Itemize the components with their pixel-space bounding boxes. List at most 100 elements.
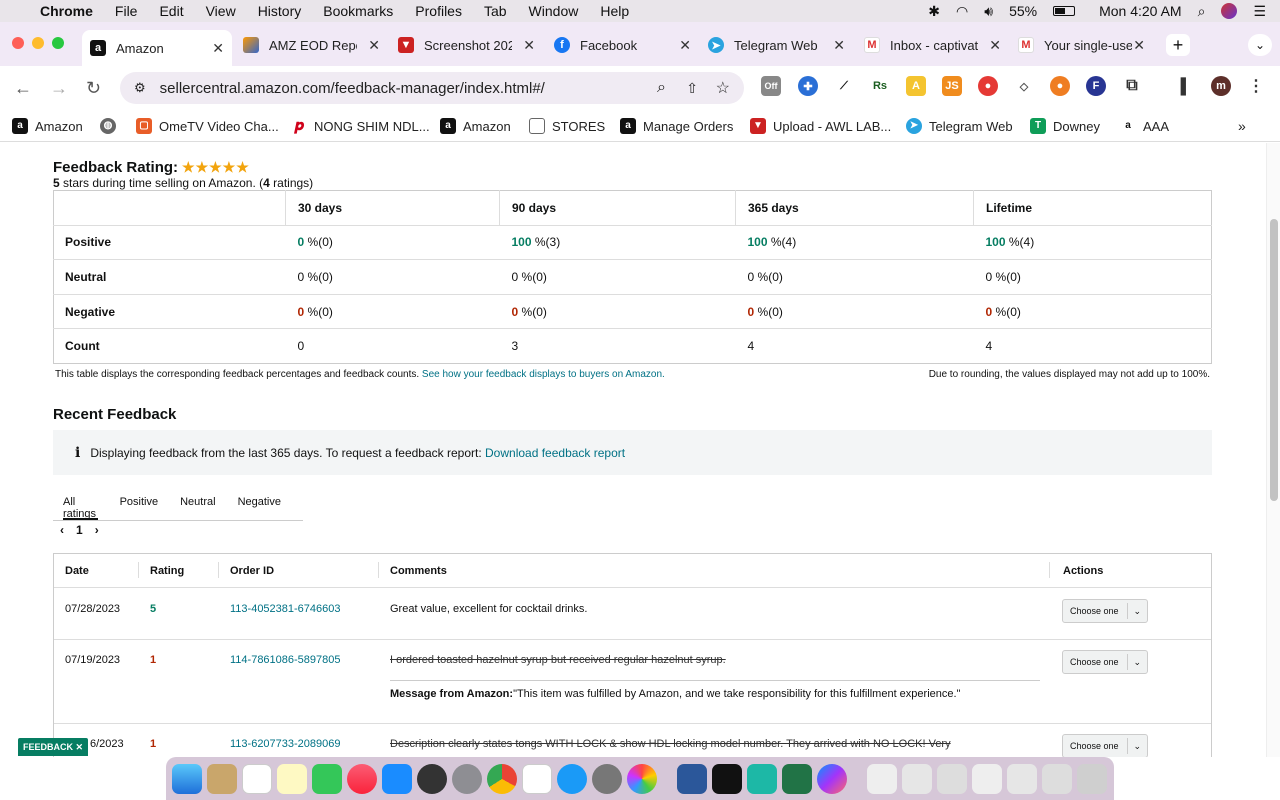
battery-percent[interactable]: 55% [1009,3,1037,19]
zoom-window-button[interactable] [52,37,64,49]
menu-window[interactable]: Window [529,3,579,19]
reload-icon[interactable]: ↻ [86,78,101,99]
document-icon[interactable] [867,763,897,794]
action-dropdown[interactable]: Choose one ⌄ [1062,734,1148,757]
bluetooth-icon[interactable]: ✱ [928,3,940,20]
bookmark-aaa[interactable]: a AAA [1120,118,1169,134]
address-bar[interactable]: ⚙ sellercentral.amazon.com/feedback-mana… [120,72,744,104]
document-icon[interactable] [1042,763,1072,794]
tab-negative[interactable]: Negative [238,488,281,520]
bookmark-telegram[interactable]: ➤ Telegram Web [906,118,1013,134]
reminders-icon[interactable] [522,763,552,794]
close-tab-icon[interactable]: ✕ [523,37,535,54]
order-id-link[interactable]: 113-4052381-6746603 [230,603,341,615]
extension-cube-icon[interactable]: ◇ [1014,76,1034,96]
prev-page-icon[interactable]: ‹ [60,523,64,537]
tab-amz-eod[interactable]: AMZ EOD Repo ✕ [243,30,388,60]
menu-tab[interactable]: Tab [484,3,507,19]
menu-file[interactable]: File [115,3,138,19]
close-tab-icon[interactable]: ✕ [1133,37,1145,54]
control-center-icon[interactable]: ☰ [1253,3,1266,20]
spotlight-icon[interactable]: ⌕ [1198,3,1206,20]
photos-icon[interactable] [627,763,657,794]
close-tab-icon[interactable]: ✕ [368,37,380,54]
download-report-link[interactable]: Download feedback report [485,446,625,460]
bookmark-globe[interactable]: ◍ [100,118,123,134]
forward-icon[interactable]: → [50,78,68,99]
feedback-tab-button[interactable]: FEEDBACK ✕ [18,738,88,756]
bookmark-amazon[interactable]: a Amazon [12,118,83,134]
menu-help[interactable]: Help [600,3,629,19]
document-icon[interactable] [1007,763,1037,794]
notes-app-icon[interactable] [207,763,237,794]
extension-fire-icon[interactable]: ● [978,76,998,96]
bookmark-amazon-2[interactable]: a Amazon [440,118,511,134]
facetime-icon[interactable] [312,763,342,794]
clock[interactable]: Mon 4:20 AM [1099,3,1182,19]
bookmark-ometv[interactable]: ▢ OmeTV Video Cha... [136,118,279,134]
action-dropdown[interactable]: Choose one ⌄ [1062,650,1148,674]
word-icon[interactable] [677,763,707,794]
action-dropdown[interactable]: Choose one ⌄ [1062,599,1148,623]
system-settings-icon[interactable] [452,763,482,794]
side-panel-icon[interactable]: ▌ [1176,76,1196,96]
document-icon[interactable] [902,763,932,794]
tab-all-ratings[interactable]: All ratings [63,488,98,520]
bookmark-nongshim[interactable]: 𝒑 NONG SHIM NDL... [291,118,430,134]
scrollbar-thumb[interactable] [1270,219,1278,501]
tab-positive[interactable]: Positive [120,488,159,520]
tab-facebook[interactable]: f Facebook ✕ [554,30,699,60]
wifi-icon[interactable]: ◠ [956,3,968,20]
close-tab-icon[interactable]: ✕ [833,37,845,54]
chrome-icon[interactable] [487,763,517,794]
bookmark-star-icon[interactable]: ☆ [716,78,730,98]
extension-off-icon[interactable]: Off [761,76,781,96]
extension-blue-icon[interactable]: ✚ [798,76,818,96]
app-store-icon[interactable] [382,763,412,794]
next-page-icon[interactable]: › [95,523,99,537]
extension-orange-icon[interactable]: ● [1050,76,1070,96]
back-icon[interactable]: ← [14,78,32,99]
document-icon[interactable] [937,763,967,794]
safari-icon[interactable] [557,763,587,794]
music-icon[interactable] [347,763,377,794]
bookmark-upload-awl[interactable]: ▼ Upload - AWL LAB... [750,118,891,134]
page-scrollbar[interactable] [1266,143,1280,757]
minimize-window-button[interactable] [32,37,44,49]
close-tab-icon[interactable]: ✕ [989,37,1001,54]
extensions-puzzle-icon[interactable]: ⧉ [1122,76,1142,96]
battery-icon[interactable] [1053,6,1076,16]
finder-icon[interactable] [172,763,202,794]
bookmark-downey[interactable]: T Downey [1030,118,1100,134]
menu-history[interactable]: History [258,3,302,19]
tab-search-chevron-icon[interactable]: ⌄ [1248,34,1272,56]
menu-bookmarks[interactable]: Bookmarks [323,3,393,19]
extension-f-icon[interactable]: F [1086,76,1106,96]
messenger-icon[interactable] [817,763,847,794]
tab-screenshot[interactable]: ▼ Screenshot 202 ✕ [398,30,543,60]
activity-monitor-icon[interactable] [747,763,777,794]
extension-scout-icon[interactable]: A [906,76,926,96]
bookmark-manage-orders[interactable]: a Manage Orders [620,118,733,134]
close-tab-icon[interactable]: ✕ [212,40,224,57]
tab-single-use[interactable]: M Your single-use ✕ [1018,30,1153,60]
profile-avatar[interactable]: m [1211,76,1231,96]
extension-rs-icon[interactable]: Rs [870,76,890,96]
excel-icon[interactable] [782,763,812,794]
more-menu-icon[interactable]: ⋮ [1246,76,1266,96]
siri-icon[interactable] [1221,3,1238,19]
close-tab-icon[interactable]: ✕ [679,37,691,54]
menu-view[interactable]: View [206,3,236,19]
bookmark-stores[interactable]: STORES [529,118,605,134]
menu-profiles[interactable]: Profiles [415,3,462,19]
extension-js-icon[interactable]: JS [942,76,962,96]
current-page[interactable]: 1 [76,523,83,537]
menu-app-name[interactable]: Chrome [40,3,93,19]
trash-icon[interactable] [1077,763,1107,794]
feedback-display-link[interactable]: See how your feedback displays to buyers… [422,369,665,380]
tab-inbox[interactable]: M Inbox - captivat ✕ [864,30,1009,60]
calendar-icon[interactable] [242,763,272,794]
zoom-icon[interactable]: ⌕ [657,79,666,97]
document-icon[interactable] [972,763,1002,794]
url-text[interactable]: sellercentral.amazon.com/feedback-manage… [160,80,545,97]
